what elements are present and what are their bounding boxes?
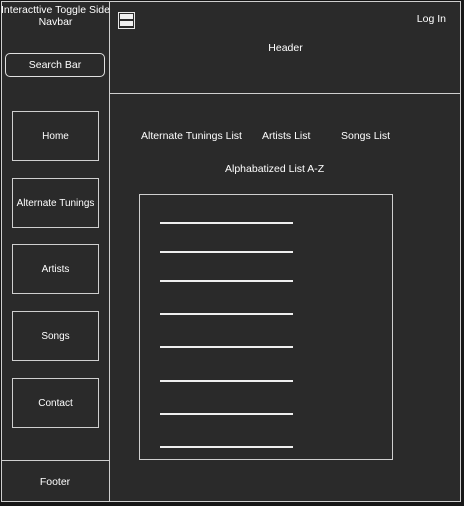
nav-item-alternate-tunings[interactable]: Alternate Tunings xyxy=(12,178,99,228)
nav-item-artists[interactable]: Artists xyxy=(12,244,99,294)
header-title: Header xyxy=(268,42,303,54)
list-item[interactable] xyxy=(160,413,293,415)
search-bar[interactable]: Search Bar xyxy=(5,53,105,77)
tab-artists-list[interactable]: Artists List xyxy=(262,130,310,142)
list-item[interactable] xyxy=(160,313,293,315)
nav-item-songs[interactable]: Songs xyxy=(12,311,99,361)
header: Log In Header xyxy=(110,1,461,94)
tab-alternate-tunings-list[interactable]: Alternate Tunings List xyxy=(141,130,242,142)
list-title: Alphabatized List A-Z xyxy=(225,163,325,175)
list-item[interactable] xyxy=(160,346,293,348)
nav-item-contact[interactable]: Contact xyxy=(12,378,99,428)
list-item[interactable] xyxy=(160,446,293,448)
side-navbar: Interacttive Toggle Side Navbar Search B… xyxy=(1,1,110,502)
list-item[interactable] xyxy=(160,380,293,382)
nav-item-home[interactable]: Home xyxy=(12,111,99,161)
login-link[interactable]: Log In xyxy=(417,13,446,25)
list-item[interactable] xyxy=(160,222,293,224)
list-item[interactable] xyxy=(160,251,293,253)
list-item[interactable] xyxy=(160,280,293,282)
sidebar-title: Interacttive Toggle Side Navbar xyxy=(1,4,110,28)
tab-songs-list[interactable]: Songs List xyxy=(341,130,390,142)
hamburger-menu-icon[interactable] xyxy=(118,12,135,29)
alphabetized-list xyxy=(139,194,393,460)
footer: Footer xyxy=(1,460,109,502)
